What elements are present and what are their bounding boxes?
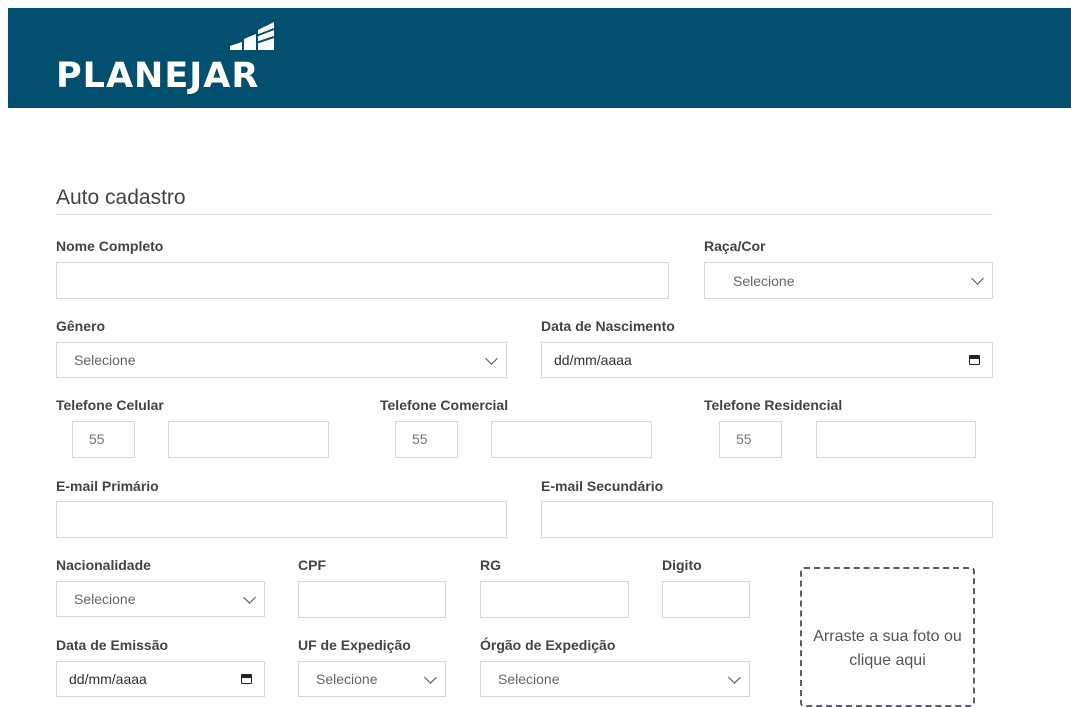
- genero-value: Selecione: [74, 352, 136, 368]
- rg-label: RG: [480, 557, 501, 573]
- title-divider: [56, 214, 993, 215]
- telefone-celular-ddd-input[interactable]: 55: [72, 421, 135, 458]
- telefone-comercial-label: Telefone Comercial: [380, 397, 509, 413]
- page-title: Auto cadastro: [56, 186, 186, 209]
- calendar-icon[interactable]: [969, 355, 980, 365]
- app-header: PLANEJAR: [8, 8, 1071, 108]
- genero-label: Gênero: [56, 318, 106, 334]
- data-nascimento-input[interactable]: dd/mm/aaaa: [541, 342, 993, 378]
- uf-expedicao-select[interactable]: Selecione: [298, 661, 446, 697]
- raca-cor-select[interactable]: Selecione: [704, 262, 993, 299]
- telefone-residencial-label: Telefone Residencial: [704, 397, 843, 413]
- genero-select[interactable]: Selecione: [56, 342, 507, 378]
- digito-input[interactable]: [662, 581, 750, 618]
- nacionalidade-label: Nacionalidade: [56, 557, 151, 573]
- chevron-down-icon: [485, 351, 498, 365]
- orgao-expedicao-value: Selecione: [498, 671, 560, 687]
- chevron-down-icon: [971, 272, 984, 285]
- bar-chart-rising-icon: [230, 19, 275, 50]
- telefone-residencial-ddd: 55: [736, 431, 752, 447]
- data-emissao-label: Data de Emissão: [56, 637, 169, 653]
- telefone-residencial-ddd-input[interactable]: 55: [719, 421, 782, 458]
- nome-completo-input[interactable]: [56, 262, 669, 299]
- data-nascimento-value: dd/mm/aaaa: [554, 352, 632, 368]
- orgao-expedicao-label: Órgão de Expedição: [480, 637, 616, 653]
- raca-cor-value: Selecione: [733, 272, 795, 289]
- rg-input[interactable]: [480, 581, 629, 618]
- nacionalidade-value: Selecione: [74, 591, 136, 607]
- logo-text: PLANEJAR: [56, 56, 260, 96]
- cpf-input[interactable]: [298, 581, 446, 618]
- email-primario-label: E-mail Primário: [56, 478, 159, 494]
- email-primario-input[interactable]: [56, 501, 507, 538]
- cpf-label: CPF: [298, 557, 326, 573]
- chevron-down-icon: [424, 670, 437, 684]
- chevron-down-icon: [243, 590, 256, 604]
- telefone-residencial-input[interactable]: [816, 421, 976, 458]
- telefone-comercial-ddd-input[interactable]: 55: [395, 421, 458, 458]
- nacionalidade-select[interactable]: Selecione: [56, 581, 265, 617]
- calendar-icon[interactable]: [241, 674, 252, 684]
- telefone-celular-input[interactable]: [168, 421, 329, 458]
- telefone-celular-label: Telefone Celular: [56, 397, 164, 413]
- chevron-down-icon: [728, 670, 741, 684]
- data-emissao-value: dd/mm/aaaa: [69, 671, 147, 687]
- photo-dropzone[interactable]: Arraste a sua foto ou clique aqui: [800, 567, 975, 707]
- data-nascimento-label: Data de Nascimento: [541, 318, 675, 334]
- raca-cor-label: Raça/Cor: [704, 238, 766, 254]
- telefone-comercial-input[interactable]: [491, 421, 652, 458]
- telefone-celular-ddd: 55: [89, 431, 105, 447]
- email-secundario-label: E-mail Secundário: [541, 478, 664, 494]
- data-emissao-input[interactable]: dd/mm/aaaa: [56, 661, 265, 697]
- nome-completo-label: Nome Completo: [56, 238, 164, 254]
- email-secundario-input[interactable]: [541, 501, 993, 538]
- digito-label: Digito: [662, 557, 702, 573]
- orgao-expedicao-select[interactable]: Selecione: [480, 661, 750, 697]
- telefone-comercial-ddd: 55: [412, 431, 428, 447]
- uf-expedicao-label: UF de Expedição: [298, 637, 411, 653]
- uf-expedicao-value: Selecione: [316, 671, 378, 687]
- photo-dropzone-text: Arraste a sua foto ou clique aqui: [813, 628, 962, 669]
